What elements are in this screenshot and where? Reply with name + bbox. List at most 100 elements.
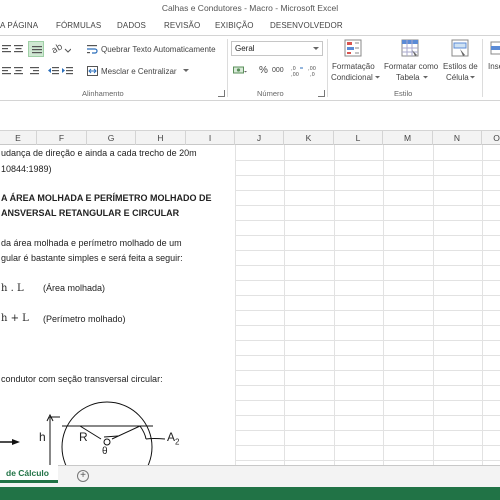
conditional-formatting-line2[interactable]: Condicional [331, 73, 373, 82]
gridline [235, 205, 500, 206]
diagram-label-h: h [39, 430, 46, 444]
cell-styles-icon [451, 39, 469, 57]
column-header-k[interactable]: K [284, 131, 334, 145]
increase-indent-icon[interactable] [62, 66, 74, 76]
column-header-f[interactable]: F [37, 131, 87, 145]
column-header-l[interactable]: L [334, 131, 383, 145]
comma-style-button[interactable]: 000 [272, 67, 284, 74]
sheet-tab-calculo[interactable]: de Cálculo [0, 465, 58, 483]
accounting-format-icon[interactable] [233, 65, 247, 77]
gridline [235, 190, 500, 191]
circular-section-diagram [0, 401, 166, 465]
tab-view[interactable]: EXIBIÇÃO [215, 16, 254, 35]
gridline [235, 235, 500, 236]
formula-bar-area [0, 101, 500, 131]
worksheet-grid[interactable]: udança de direção e ainda a cada trecho … [0, 145, 500, 465]
alignment-group-label: Alinhamento [82, 89, 124, 98]
gridline [235, 310, 500, 311]
tab-page-layout[interactable]: A PÁGINA [0, 16, 38, 35]
align-bottom-button[interactable] [28, 41, 44, 57]
format-as-table-line1[interactable]: Formatar como [384, 62, 438, 71]
text-paragraph-line2: gular é bastante simples e será feita a … [1, 253, 183, 263]
gridline [235, 220, 500, 221]
window-title: Calhas e Condutores - Macro - Microsoft … [0, 0, 500, 16]
increase-decimal-icon[interactable]: ,0,00 [291, 65, 305, 77]
wrap-text-icon [87, 45, 98, 54]
gridline [235, 175, 500, 176]
gridline [235, 370, 500, 371]
status-bar [0, 487, 500, 500]
gridline [235, 460, 500, 461]
align-center-icon[interactable] [14, 66, 24, 76]
decrease-decimal-icon[interactable]: ,00,0 [308, 65, 322, 77]
tab-review[interactable]: REVISÃO [164, 16, 200, 35]
merge-center-button[interactable]: Mesclar e Centralizar [101, 67, 177, 76]
svg-text:,0: ,0 [310, 72, 315, 77]
alignment-launcher-icon[interactable] [218, 90, 225, 97]
gridline [235, 340, 500, 341]
cell-styles-line1[interactable]: Estilos de [443, 62, 478, 71]
align-middle-icon[interactable] [14, 44, 24, 54]
gridline [235, 145, 236, 465]
column-header-g[interactable]: G [87, 131, 136, 145]
gridline [383, 145, 384, 465]
cell-styles-line2[interactable]: Célula [446, 73, 469, 82]
tab-formulas[interactable]: FÓRMULAS [56, 16, 101, 35]
gridline [235, 430, 500, 431]
column-header-e[interactable]: E [0, 131, 37, 145]
diagram-label-A2: A2 [167, 430, 180, 447]
text-line-direction: udança de direção e ainda a cada trecho … [1, 148, 197, 158]
insert-button[interactable]: Inse [488, 62, 500, 71]
conditional-formatting-icon [344, 39, 362, 57]
tab-data[interactable]: DADOS [117, 16, 146, 35]
svg-text:ab: ab [51, 42, 65, 56]
group-divider [327, 39, 328, 97]
merge-dropdown-chevron-icon[interactable] [183, 69, 189, 73]
gridline [235, 325, 500, 326]
formula-perimeter: h + L [1, 313, 29, 324]
align-right-icon[interactable] [30, 66, 40, 76]
chevron-down-icon [423, 76, 428, 79]
align-left-icon[interactable] [2, 66, 12, 76]
column-header-m[interactable]: M [383, 131, 433, 145]
merge-center-icon [87, 66, 98, 76]
number-format-value: Geral [235, 44, 255, 53]
format-as-table-icon [401, 39, 419, 57]
gridline [235, 415, 500, 416]
text-circular-section: condutor com seção transversal circular: [1, 374, 163, 384]
column-header-i[interactable]: I [186, 131, 235, 145]
column-header-j[interactable]: J [235, 131, 284, 145]
number-launcher-icon[interactable] [318, 90, 325, 97]
chevron-down-icon [375, 76, 380, 79]
chevron-down-icon [470, 76, 475, 79]
gridline [235, 385, 500, 386]
number-group-label: Número [257, 89, 284, 98]
percent-style-button[interactable]: % [259, 65, 268, 76]
text-line-norm: 10844:1989) [1, 164, 52, 174]
number-format-select[interactable]: Geral [231, 41, 323, 56]
conditional-formatting-line1[interactable]: Formatação [332, 62, 375, 71]
align-bottom-icon [32, 46, 42, 54]
svg-text:,00: ,00 [291, 72, 299, 77]
formula-perimeter-label: (Perímetro molhado) [43, 314, 126, 324]
decrease-indent-icon[interactable] [48, 66, 60, 76]
column-header-o[interactable]: O [482, 131, 500, 145]
group-divider [482, 39, 483, 97]
format-as-table-line2[interactable]: Tabela [396, 73, 420, 82]
diagram-label-R: R [79, 430, 88, 444]
column-headers: E F G H I J K L M N O [0, 131, 500, 145]
text-paragraph-line1: da área molhada e perímetro molhado de u… [1, 238, 182, 248]
chevron-down-icon [313, 47, 319, 50]
gridline [235, 280, 500, 281]
align-top-icon[interactable] [2, 44, 12, 54]
sheet-tab-bar: de Cálculo + [0, 465, 500, 487]
tab-developer[interactable]: DESENVOLVEDOR [270, 16, 343, 35]
formula-area: h . L [1, 283, 24, 294]
orientation-icon[interactable]: ab [51, 42, 71, 56]
wrap-text-button[interactable]: Quebrar Texto Automaticamente [101, 45, 216, 54]
gridline [235, 445, 500, 446]
column-header-n[interactable]: N [433, 131, 482, 145]
section-heading-line1: A ÁREA MOLHADA E PERÍMETRO MOLHADO DE [1, 193, 212, 203]
add-sheet-icon[interactable]: + [77, 470, 89, 482]
column-header-h[interactable]: H [136, 131, 186, 145]
